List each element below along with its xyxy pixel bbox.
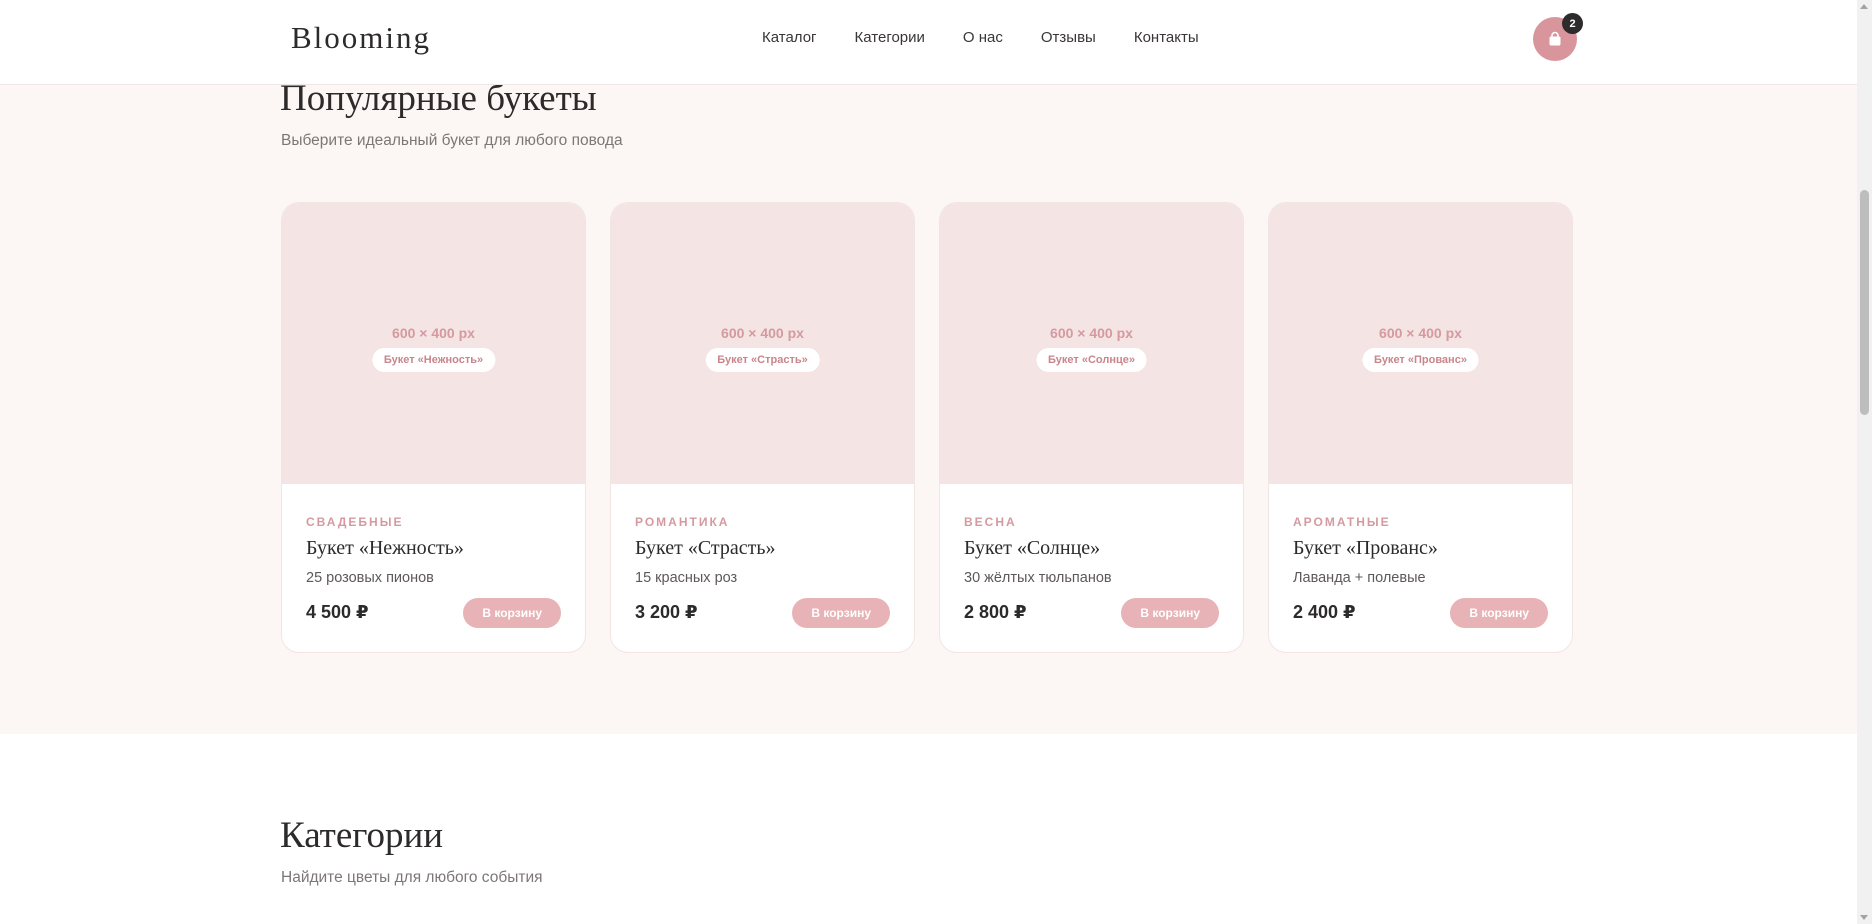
nav-reviews[interactable]: Отзывы	[1041, 29, 1096, 46]
product-grid: 600 × 400 px Букет «Нежность» СВАДЕБНЫЕ …	[281, 202, 1573, 653]
product-card[interactable]: 600 × 400 px Букет «Солнце» ВЕСНА Букет …	[939, 202, 1244, 653]
add-to-cart-button[interactable]: В корзину	[1121, 598, 1219, 628]
site-header: Blooming Каталог Категории О нас Отзывы …	[0, 0, 1857, 85]
product-card[interactable]: 600 × 400 px Букет «Нежность» СВАДЕБНЫЕ …	[281, 202, 586, 653]
page: Blooming Каталог Категории О нас Отзывы …	[0, 0, 1872, 924]
add-to-cart-button[interactable]: В корзину	[1450, 598, 1548, 628]
popular-subtitle: Выберите идеальный букет для любого пово…	[281, 132, 623, 149]
product-price: 2 400 ₽	[1293, 602, 1356, 622]
product-category: АРОМАТНЫЕ	[1293, 515, 1391, 529]
nav-contacts[interactable]: Контакты	[1134, 29, 1199, 46]
scrollbar-thumb[interactable]	[1860, 190, 1869, 415]
product-image-placeholder: 600 × 400 px Букет «Солнце»	[940, 203, 1243, 484]
image-caption-pill: Букет «Солнце»	[1036, 348, 1147, 372]
popular-section: Популярные букеты Выберите идеальный бук…	[0, 78, 1857, 734]
product-description: Лаванда + полевые	[1293, 570, 1426, 586]
image-size-label: 600 × 400 px	[721, 325, 804, 341]
image-size-label: 600 × 400 px	[392, 325, 475, 341]
product-category: ВЕСНА	[964, 515, 1017, 529]
product-image-placeholder: 600 × 400 px Букет «Прованс»	[1269, 203, 1572, 484]
product-image-placeholder: 600 × 400 px Букет «Страсть»	[611, 203, 914, 484]
product-price: 4 500 ₽	[306, 602, 369, 622]
product-category: СВАДЕБНЫЕ	[306, 515, 404, 529]
product-price: 2 800 ₽	[964, 602, 1027, 622]
product-title[interactable]: Букет «Страсть»	[635, 537, 776, 560]
product-card[interactable]: 600 × 400 px Букет «Страсть» РОМАНТИКА Б…	[610, 202, 915, 653]
product-category: РОМАНТИКА	[635, 515, 730, 529]
product-card[interactable]: 600 × 400 px Букет «Прованс» АРОМАТНЫЕ Б…	[1268, 202, 1573, 653]
categories-subtitle: Найдите цветы для любого события	[281, 869, 543, 886]
image-size-label: 600 × 400 px	[1379, 325, 1462, 341]
nav-about[interactable]: О нас	[963, 29, 1003, 46]
nav-categories[interactable]: Категории	[855, 29, 925, 46]
categories-section: Категории Найдите цветы для любого событ…	[0, 734, 1857, 924]
product-description: 15 красных роз	[635, 570, 738, 586]
image-caption-pill: Букет «Прованс»	[1362, 348, 1479, 372]
scroll-up-arrow-icon[interactable]	[1860, 4, 1868, 9]
shopping-bag-icon	[1549, 31, 1561, 46]
image-caption-pill: Букет «Нежность»	[371, 348, 496, 372]
scroll-down-arrow-icon[interactable]	[1860, 915, 1868, 920]
brand-logo[interactable]: Blooming	[291, 20, 431, 56]
product-price: 3 200 ₽	[635, 602, 698, 622]
product-title[interactable]: Букет «Нежность»	[306, 537, 464, 560]
product-title[interactable]: Букет «Прованс»	[1293, 537, 1438, 560]
product-image-placeholder: 600 × 400 px Букет «Нежность»	[282, 203, 585, 484]
categories-title: Категории	[280, 815, 444, 856]
image-caption-pill: Букет «Страсть»	[705, 348, 820, 372]
product-title[interactable]: Букет «Солнце»	[964, 537, 1100, 560]
product-description: 25 розовых пионов	[306, 570, 434, 586]
add-to-cart-button[interactable]: В корзину	[792, 598, 890, 628]
main-nav: Каталог Категории О нас Отзывы Контакты	[762, 29, 1237, 46]
add-to-cart-button[interactable]: В корзину	[463, 598, 561, 628]
cart-count-badge: 2	[1562, 13, 1583, 34]
vertical-scrollbar[interactable]	[1857, 0, 1872, 924]
product-description: 30 жёлтых тюльпанов	[964, 570, 1112, 586]
cart-button[interactable]: 2	[1533, 13, 1583, 61]
nav-catalog[interactable]: Каталог	[762, 29, 817, 46]
image-size-label: 600 × 400 px	[1050, 325, 1133, 341]
